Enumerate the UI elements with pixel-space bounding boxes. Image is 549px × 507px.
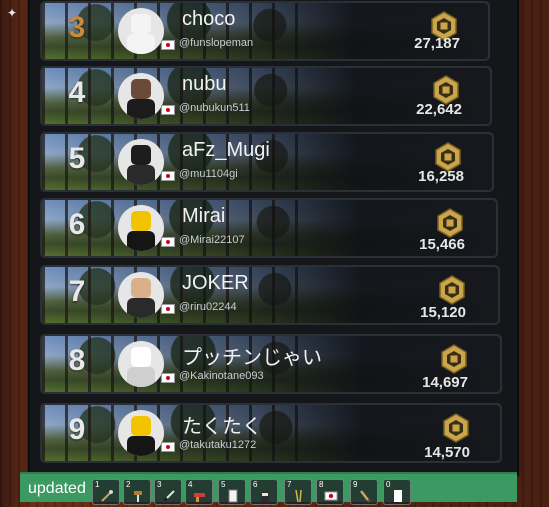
avatar-head (131, 211, 151, 231)
avatar-head (131, 14, 151, 34)
player-avatar[interactable] (118, 8, 164, 54)
avatar-body (127, 231, 155, 251)
slot-number: 1 (95, 480, 100, 489)
hotbar-slot[interactable]: 6 (250, 479, 278, 505)
player-avatar[interactable] (118, 410, 164, 456)
avatar-body (127, 436, 155, 456)
player-display-name: Mirai (182, 205, 226, 227)
player-display-name: aFz_Mugi (182, 139, 270, 161)
avatar-head (131, 416, 151, 436)
player-avatar[interactable] (118, 73, 164, 119)
avatar-body (127, 99, 155, 119)
slot-number: 3 (157, 480, 162, 489)
player-display-name: JOKER (182, 272, 249, 294)
player-display-name: choco (182, 8, 236, 30)
hotbar-slot[interactable]: 3 (154, 479, 182, 505)
japan-flag-icon (161, 171, 175, 181)
japan-flag-icon (161, 40, 175, 50)
player-username: @nubukun511 (179, 102, 250, 114)
hotbar-label: updated (28, 480, 86, 497)
japan-flag-icon (161, 304, 175, 314)
hotbar-slot[interactable]: 7 (284, 479, 312, 505)
hotbar-slot[interactable]: 4 (185, 479, 213, 505)
roblox-menu-icon[interactable]: ✦ (5, 6, 19, 20)
hotbar-slot[interactable]: 5 (218, 479, 246, 505)
avatar-head (131, 278, 151, 298)
japan-flag-icon (161, 442, 175, 452)
japan-flag-icon (161, 105, 175, 115)
player-display-name: nubu (182, 73, 227, 95)
player-avatar[interactable] (118, 205, 164, 251)
slot-number: 6 (253, 480, 258, 489)
player-score: 14,570 (424, 444, 470, 461)
slot-number: 2 (126, 480, 131, 489)
hotbar-slot[interactable]: 9 (350, 479, 378, 505)
player-avatar[interactable] (118, 272, 164, 318)
rank-number: 9 (68, 413, 86, 446)
rank-number: 3 (68, 11, 86, 44)
player-avatar[interactable] (118, 139, 164, 185)
player-score: 15,120 (420, 304, 466, 321)
player-username: @riru02244 (179, 301, 237, 313)
hotbar-slot[interactable]: 0 (383, 479, 411, 505)
slot-number: 7 (287, 480, 292, 489)
slot-number: 4 (188, 480, 193, 489)
player-username: @mu1104gi (179, 168, 238, 180)
leaderboard-panel: 3 choco @funslopeman 27,187 4 nubu @nubu… (30, 0, 517, 474)
japan-flag-icon (161, 373, 175, 383)
player-username: @funslopeman (179, 37, 254, 49)
leaderboard-row: 3 choco @funslopeman (40, 1, 490, 61)
rank-number: 4 (68, 76, 86, 109)
avatar-head (131, 347, 151, 367)
avatar-body (127, 367, 155, 387)
player-username: @Kakinotane093 (179, 370, 264, 382)
avatar-head (131, 79, 151, 99)
japan-flag-icon (161, 237, 175, 247)
player-score: 14,697 (422, 374, 468, 391)
robux-coin-icon (435, 208, 465, 238)
hotbar-slot[interactable]: 2 (123, 479, 151, 505)
player-display-name: たくたく (182, 416, 262, 438)
player-score: 27,187 (414, 35, 460, 52)
robux-coin-icon (439, 344, 469, 374)
player-display-name: プッチンじゃい (182, 347, 322, 369)
slot-number: 9 (353, 480, 358, 489)
rank-number: 8 (68, 344, 86, 377)
rank-number: 5 (68, 142, 86, 175)
player-score: 16,258 (418, 168, 464, 185)
rank-number: 6 (68, 208, 86, 241)
robux-coin-icon (437, 275, 467, 305)
player-username: @takutaku1272 (179, 439, 257, 451)
avatar-body (127, 34, 155, 54)
rank-number: 7 (68, 275, 86, 308)
avatar-body (127, 298, 155, 318)
robux-coin-icon (441, 413, 471, 443)
slot-number: 8 (319, 480, 324, 489)
player-score: 15,466 (419, 236, 465, 253)
avatar-head (131, 145, 151, 165)
avatar-body (127, 165, 155, 185)
hotbar-slot[interactable]: 8 (316, 479, 344, 505)
slot-number: 5 (221, 480, 226, 489)
player-username: @Mirai22107 (179, 234, 245, 246)
player-avatar[interactable] (118, 341, 164, 387)
hotbar-slot[interactable]: 1 (92, 479, 120, 505)
hotbar: updated 1 2 3 4 5 6 7 8 9 0 (20, 472, 517, 505)
slot-number: 0 (386, 480, 391, 489)
player-score: 22,642 (416, 101, 462, 118)
